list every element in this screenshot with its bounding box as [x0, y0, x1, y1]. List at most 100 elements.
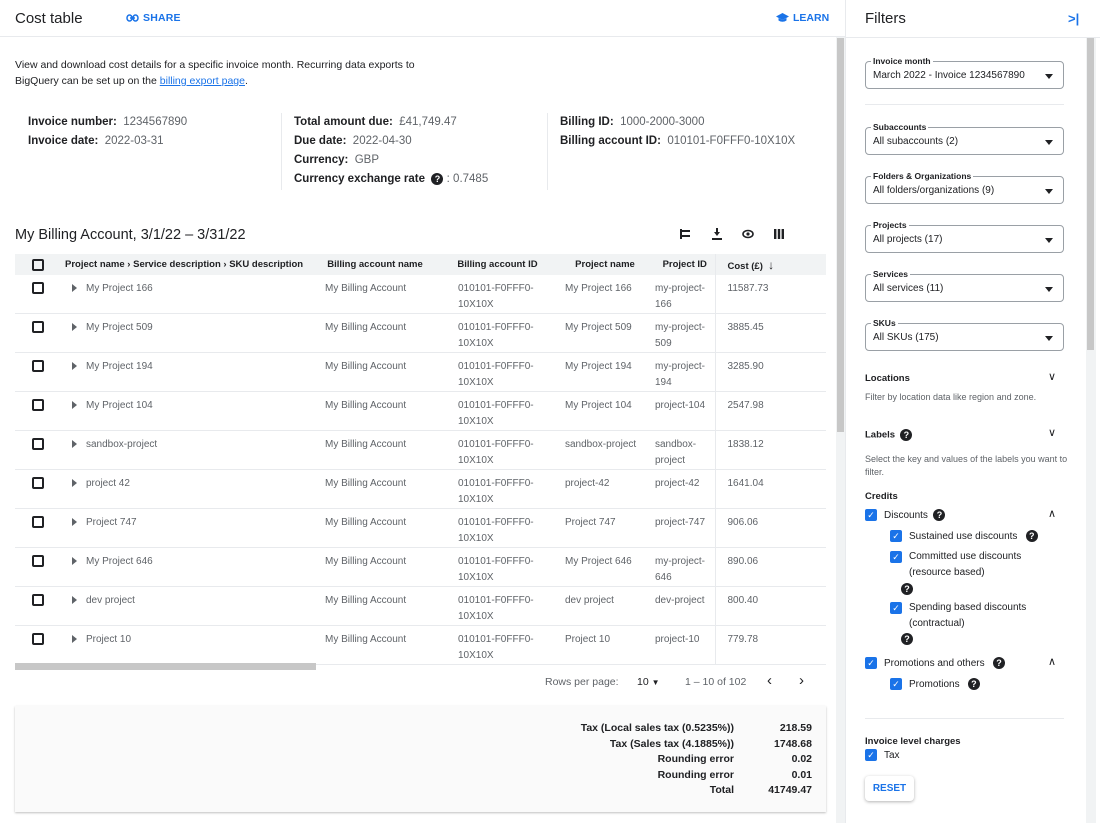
table-row[interactable]: My Project 166 My Billing Account 010101-F…	[15, 275, 826, 314]
expand-row-icon[interactable]	[72, 440, 77, 449]
column-header[interactable]: Billing account name	[310, 254, 440, 275]
row-checkbox[interactable]	[31, 282, 44, 295]
share-button[interactable]: SHARE	[126, 12, 181, 24]
visibility-icon[interactable]	[742, 228, 754, 243]
help-icon[interactable]: ?	[933, 509, 946, 522]
billing-export-link[interactable]: billing export page	[160, 75, 245, 87]
expand-row-icon[interactable]	[72, 401, 77, 410]
expand-row-icon[interactable]	[72, 479, 77, 488]
checkbox-checked-icon[interactable]: ✓	[865, 749, 877, 762]
checkbox-checked-icon[interactable]: ✓	[865, 509, 877, 522]
table-row[interactable]: My Project 646 My Billing Account 010101-F…	[15, 547, 826, 587]
previous-page-button[interactable]: ‹	[767, 672, 772, 689]
project-id-cell: my-project-194	[655, 361, 706, 388]
committed-use-checkbox[interactable]: ✓ Committed use discounts (resource based…	[890, 549, 1040, 581]
column-header-cost[interactable]: Cost (£) ↓	[714, 254, 826, 275]
total-label: Rounding error	[657, 768, 734, 781]
checkbox-checked-icon[interactable]: ✓	[890, 602, 902, 614]
filter-select-value: All projects (17)	[873, 234, 943, 245]
column-header[interactable]: Project name › Service description › SKU…	[60, 254, 310, 275]
due-date: 2022-04-30	[352, 135, 412, 147]
cost-cell: 890.06	[714, 547, 826, 587]
expand-labels-icon[interactable]: ∨	[1048, 426, 1056, 439]
checkbox-checked-icon[interactable]: ✓	[890, 551, 902, 563]
row-checkbox[interactable]	[31, 477, 44, 490]
expand-row-icon[interactable]	[72, 362, 77, 371]
row-checkbox[interactable]	[31, 438, 44, 451]
table-row[interactable]: My Project 509 My Billing Account 010101-F…	[15, 313, 826, 353]
table-row[interactable]: Project 747 My Billing Account 010101-F0FF…	[15, 508, 826, 548]
collapse-promotions-icon[interactable]: ∧	[1048, 655, 1056, 668]
invoice-number: 1234567890	[123, 116, 188, 128]
expand-locations-icon[interactable]: ∨	[1048, 370, 1056, 383]
filter-select-label: Projects	[871, 220, 909, 230]
expand-row-icon[interactable]	[72, 323, 77, 332]
spending-based-checkbox[interactable]: ✓ Spending based discounts (contractual)	[890, 600, 1040, 632]
table-row[interactable]: My Project 194 My Billing Account 010101-F…	[15, 352, 826, 392]
download-icon[interactable]	[711, 228, 723, 243]
expand-row-icon[interactable]	[72, 596, 77, 605]
filter-select[interactable]: Projects All projects (17)	[865, 220, 1064, 253]
next-page-button[interactable]: ›	[799, 672, 804, 689]
cost-cell: 1641.04	[714, 469, 826, 509]
expand-row-icon[interactable]	[72, 635, 77, 644]
table-row[interactable]: My Project 104 My Billing Account 010101-F…	[15, 391, 826, 431]
expand-row-icon[interactable]	[72, 284, 77, 293]
help-icon[interactable]: ?	[901, 633, 913, 645]
help-icon[interactable]: ?	[1025, 530, 1038, 543]
select-all-checkbox[interactable]	[31, 258, 44, 271]
credits-title: Credits	[865, 491, 898, 502]
row-checkbox[interactable]	[31, 555, 44, 568]
reset-button[interactable]: RESET	[865, 776, 914, 801]
collapse-panel-icon[interactable]: >|	[1068, 11, 1079, 26]
discounts-checkbox[interactable]: ✓ Discounts ?	[865, 508, 946, 524]
filter-select[interactable]: Invoice month March 2022 - Invoice 123456…	[865, 56, 1064, 89]
help-icon[interactable]: ?	[901, 583, 913, 595]
checkbox-checked-icon[interactable]: ✓	[865, 657, 877, 670]
collapse-discounts-icon[interactable]: ∧	[1048, 507, 1056, 520]
table-row[interactable]: project 42 My Billing Account 010101-F0FFF…	[15, 469, 826, 509]
expand-row-icon[interactable]	[72, 557, 77, 566]
share-label: SHARE	[143, 12, 181, 24]
expand-row-icon[interactable]	[72, 518, 77, 527]
learn-button[interactable]: LEARN	[776, 12, 829, 24]
help-icon[interactable]: ?	[967, 678, 980, 691]
row-checkbox[interactable]	[31, 399, 44, 412]
columns-icon[interactable]	[773, 228, 785, 243]
filter-select[interactable]: Services All services (11)	[865, 269, 1064, 302]
filters-panel: Filters >| Invoice month March 2022 - Inv…	[845, 0, 1100, 823]
row-select-cell	[15, 626, 60, 665]
currency: GBP	[354, 154, 380, 166]
row-checkbox[interactable]	[31, 633, 44, 646]
group-by-icon[interactable]	[680, 228, 692, 243]
row-checkbox[interactable]	[31, 516, 44, 529]
column-header[interactable]: Billing account ID	[440, 254, 555, 275]
help-icon[interactable]: ?	[431, 172, 444, 185]
help-icon[interactable]: ?	[992, 657, 1005, 670]
row-checkbox[interactable]	[31, 360, 44, 373]
sort-descending-icon[interactable]: ↓	[768, 258, 774, 272]
filter-select[interactable]: Subaccounts All subaccounts (2)	[865, 122, 1064, 155]
sustained-use-checkbox[interactable]: ✓ Sustained use discounts ?	[890, 529, 1038, 545]
rows-per-page-select[interactable]: 10 ▼	[637, 676, 660, 688]
due-date-label: Due date:	[294, 135, 347, 147]
filter-select[interactable]: Folders & Organizations All folders/organ…	[865, 171, 1064, 204]
tax-checkbox[interactable]: ✓ Tax	[865, 748, 900, 764]
filter-select[interactable]: SKUs All SKUs (175)	[865, 318, 1064, 351]
filters-scrollbar[interactable]	[1087, 38, 1094, 350]
promotions-others-checkbox[interactable]: ✓ Promotions and others ?	[865, 656, 1005, 672]
horizontal-scrollbar[interactable]	[15, 663, 316, 670]
main-scrollbar[interactable]	[837, 38, 844, 432]
checkbox-checked-icon[interactable]: ✓	[890, 530, 902, 543]
promotions-checkbox[interactable]: ✓ Promotions ?	[890, 677, 980, 693]
column-header[interactable]: Project name	[555, 254, 655, 275]
table-row[interactable]: dev project My Billing Account 010101-F0FF…	[15, 586, 826, 626]
help-icon[interactable]: ?	[900, 429, 913, 441]
checkbox-checked-icon[interactable]: ✓	[890, 678, 902, 691]
table-row[interactable]: Project 10 My Billing Account 010101-F0FFF…	[15, 625, 826, 665]
row-checkbox[interactable]	[31, 321, 44, 334]
project-name-cell: My Project 646	[60, 548, 310, 587]
column-header[interactable]: Project ID	[655, 254, 715, 275]
row-checkbox[interactable]	[31, 594, 44, 607]
table-row[interactable]: sandbox-project My Billing Account 010101-…	[15, 430, 826, 470]
